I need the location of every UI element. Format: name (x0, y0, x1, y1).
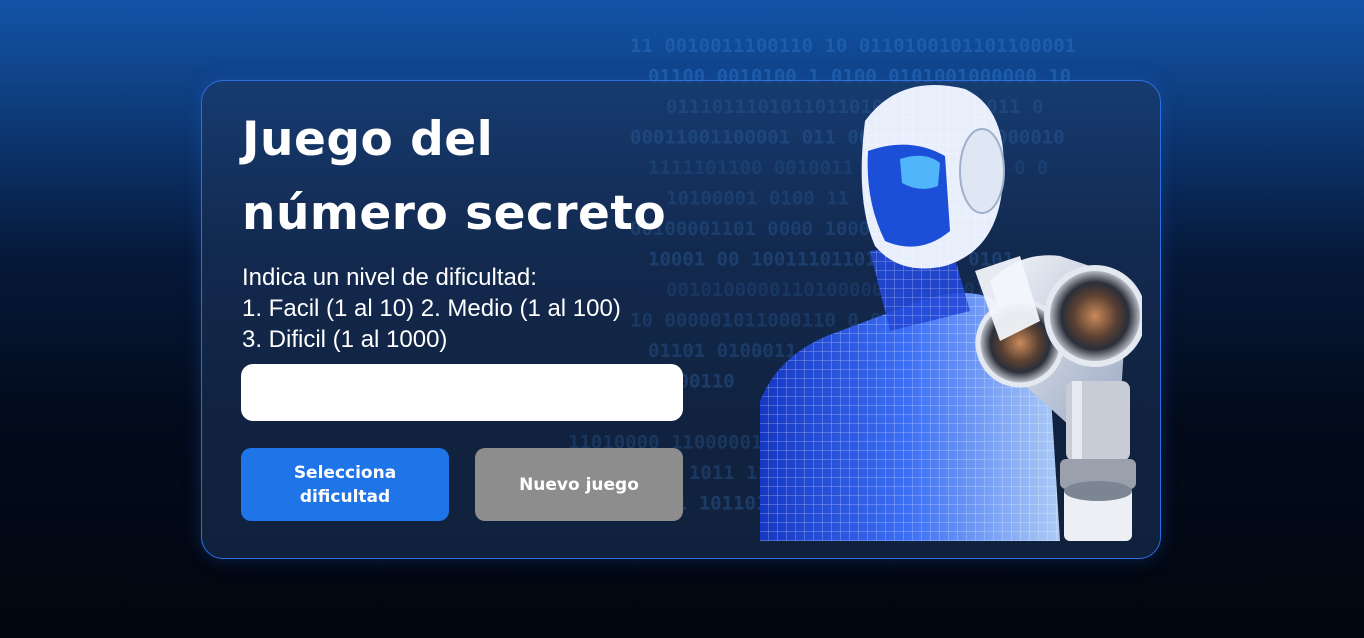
robot-illustration (760, 85, 1142, 541)
instruction-line: 1. Facil (1 al 10) 2. Medio (1 al 100) (242, 295, 621, 322)
number-input[interactable] (241, 364, 683, 421)
game-card: Juego del número secreto Indica un nivel… (201, 80, 1161, 559)
title-line-2: número secreto (242, 186, 667, 241)
select-difficulty-button[interactable]: Selecciona dificultad (241, 448, 449, 521)
title-line-1: Juego del (242, 112, 494, 167)
instruction-line: Indica un nivel de dificultad: (242, 264, 537, 291)
new-game-button[interactable]: Nuevo juego (475, 448, 683, 521)
binary-row: 11 0010011100110 10 0110100101101100001 (630, 35, 1076, 57)
instruction-line: 3. Dificil (1 al 1000) (242, 326, 448, 353)
difficulty-instructions: Indica un nivel de dificultad: 1. Facil … (242, 262, 682, 355)
page-title: Juego del número secreto (242, 103, 712, 251)
